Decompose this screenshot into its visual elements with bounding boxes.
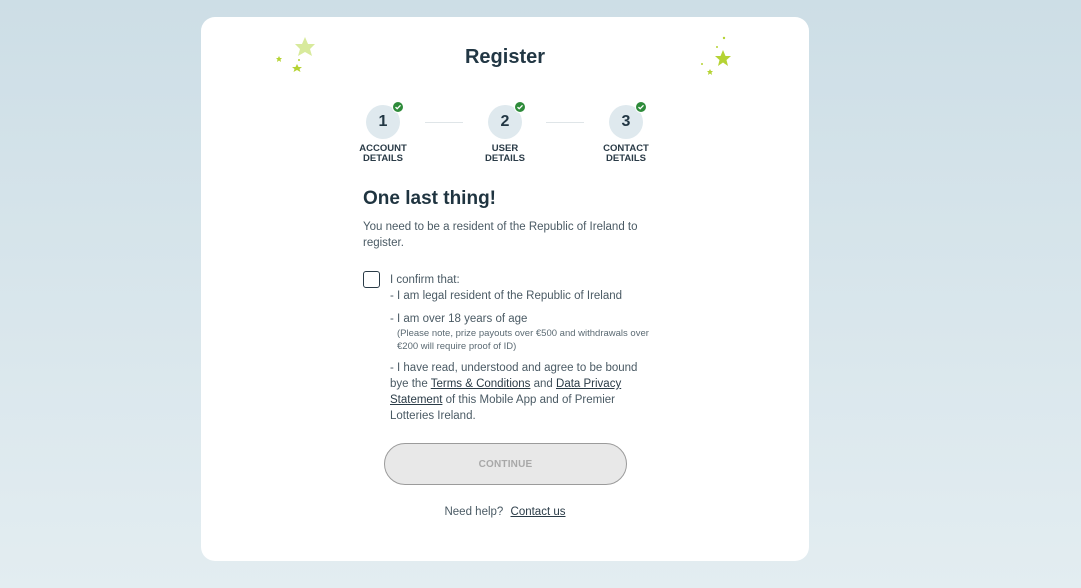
section-heading: One last thing!: [363, 188, 496, 209]
confirm-checkbox[interactable]: [363, 271, 380, 288]
step-label-line: DETAILS: [606, 153, 646, 164]
step-label: USER DETAILS: [465, 144, 545, 164]
check-icon: [392, 101, 404, 113]
step-label-line: DETAILS: [485, 153, 525, 164]
confirm-text: I confirm that: - I am legal resident of…: [390, 272, 650, 424]
help-row: Need help? Contact us: [201, 506, 809, 518]
step-number-circle: 3: [609, 101, 647, 139]
continue-button[interactable]: CONTINUE: [384, 443, 627, 485]
step-label: ACCOUNT DETAILS: [343, 144, 423, 164]
terms-conditions-link[interactable]: Terms & Conditions: [431, 378, 531, 390]
intro-text: You need to be a resident of the Republi…: [363, 221, 638, 249]
step-label: CONTACT DETAILS: [586, 144, 666, 164]
and-text: and: [530, 378, 557, 390]
step-contact-details: 3 CONTACT DETAILS: [586, 101, 666, 164]
step-account-details: 1 ACCOUNT DETAILS: [343, 101, 423, 164]
step-number-circle: 2: [488, 101, 526, 139]
contact-us-link[interactable]: Contact us: [511, 506, 566, 518]
help-prompt: Need help?: [444, 506, 504, 518]
confirm-item-age-note: (Please note, prize payouts over €500 an…: [397, 328, 649, 352]
check-icon: [514, 101, 526, 113]
step-number: 3: [621, 113, 631, 130]
step-number-circle: 1: [366, 101, 404, 139]
check-icon: [635, 101, 647, 113]
step-connector: [546, 122, 584, 123]
step-label-line: DETAILS: [363, 153, 403, 164]
page-title: Register: [464, 46, 546, 68]
confirm-lead: I confirm that:: [390, 274, 460, 286]
step-number: 1: [378, 113, 388, 130]
step-user-details: 2 USER DETAILS: [465, 101, 545, 164]
register-card: Register 1 ACCOUNT DETAILS 2 USER DETAIL…: [201, 17, 809, 561]
step-connector: [425, 122, 463, 123]
confirm-item-residency: - I am legal resident of the Republic of…: [390, 290, 623, 302]
step-number: 2: [500, 113, 510, 130]
confirm-item-age: - I am over 18 years of age: [390, 313, 528, 325]
confirm-item-terms: - I have read, understood and agree to b…: [390, 360, 650, 424]
